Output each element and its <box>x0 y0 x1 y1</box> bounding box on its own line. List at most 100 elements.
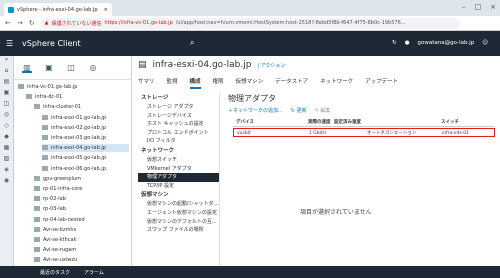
browser-tab[interactable]: vSphere - infra-esxi-04.go-lab.jp × <box>4 3 112 16</box>
vms-templates-tab-icon[interactable]: ▣ <box>44 63 54 73</box>
tasks-icon[interactable]: ▦ <box>0 144 13 155</box>
host-header: ▤ infra-esxi-04.go-lab.jp | アクション <box>138 60 285 70</box>
network-tab-icon[interactable]: ◎ <box>88 63 98 73</box>
tree-item-label: infra-esxi-01.go-lab.jp <box>51 114 106 121</box>
tree-item[interactable]: infra-esxi-03.go-lab.jp <box>42 134 106 142</box>
plugins-icon[interactable]: ◉ <box>0 177 13 188</box>
section-item[interactable]: プロトコル エンドポイント <box>138 129 219 138</box>
expand-icon[interactable]: » <box>0 56 13 67</box>
config-sections: ストレージ ストレージ アダプタ ストレージデバイス ホスト キャッシュの設定 プロトコ… <box>138 93 220 266</box>
object-tab[interactable]: ネットワーク <box>320 77 353 89</box>
tree-item-label: infra-esxi-03.go-lab.jp <box>51 135 106 141</box>
tree-item[interactable]: infra-cluster-01 <box>34 103 81 111</box>
hosts-clusters-tab-icon[interactable]: ▥ <box>22 63 32 73</box>
url-field[interactable]: ▲ 保護されていない通信 https://infra-vc-01.go-lab.… <box>40 17 460 29</box>
user-name[interactable]: gowatana@go-lab.jp <box>418 40 475 46</box>
tree-node-icon <box>42 135 48 140</box>
user-icon[interactable]: ● <box>405 40 410 46</box>
admin-icon[interactable]: ◆ <box>0 133 13 144</box>
section-item[interactable]: TCP/IP 設定 <box>138 182 219 191</box>
section-header[interactable]: 仮想マシン <box>138 190 219 200</box>
section-item[interactable]: ストレージ アダプタ <box>138 103 219 112</box>
url-path: /ui/app/host;nav=h/urn:vmomi:HostSystem:… <box>175 20 406 26</box>
menu-icon[interactable]: ☰ <box>6 39 20 48</box>
adapters-table: デバイス 実際の速度 設定済み速度 スイッチ vusb0 1 Gbit/s オー… <box>233 119 495 137</box>
add-network-button[interactable]: ＋ネットワークの追加... <box>228 107 283 114</box>
tree-item[interactable]: infra-vc-01.go-lab.jp <box>18 83 77 91</box>
object-tab[interactable]: データストア <box>275 77 308 89</box>
recent-tasks-tab[interactable]: 最近のタスク <box>40 269 70 276</box>
object-tab[interactable]: 監視 <box>167 77 178 89</box>
back-icon[interactable]: ← <box>5 19 11 27</box>
object-tab[interactable]: サマリ <box>138 77 155 89</box>
tree-item[interactable]: infra-dc-01 <box>26 93 62 101</box>
section-item[interactable]: エージェント仮想マシンの設定 <box>138 209 219 218</box>
tree-item[interactable]: infra-esxi-01.go-lab.jp <box>42 114 106 122</box>
close-window-icon[interactable]: × <box>490 3 496 11</box>
section-item[interactable]: 仮想マシンのデフォルトの互... <box>138 218 219 227</box>
tree-node-icon <box>42 145 48 151</box>
section-item[interactable]: スワップ ファイルの場所 <box>138 226 219 235</box>
section-item[interactable]: 物理アダプタ <box>138 173 219 182</box>
tree-item[interactable]: infra-esxi-04.go-lab.jp <box>42 144 129 153</box>
storage-tab-icon[interactable]: ◫ <box>66 63 76 73</box>
refresh-button[interactable]: ↻ 更新 <box>291 107 307 114</box>
tree-node-icon <box>26 94 32 100</box>
tree-item[interactable]: rp-04-lab-nested <box>34 216 85 224</box>
tree-item[interactable]: infra-esxi-02.go-lab.jp <box>42 124 106 132</box>
host-title: infra-esxi-04.go-lab.jp <box>152 60 252 70</box>
alarms-tab[interactable]: アラーム <box>84 269 104 276</box>
tree-item[interactable]: gpv-greenplum <box>34 175 81 183</box>
tree-item[interactable]: rp-01-infra-core <box>34 185 82 193</box>
tree-item[interactable]: infra-esxi-05.go-lab.jp <box>42 154 106 162</box>
object-tab[interactable]: 権限 <box>213 77 224 89</box>
physical-adapters-panel: 物理アダプタ ＋ネットワークの追加... ↻ 更新 ✎ 編集 <box>228 93 498 114</box>
section-item[interactable]: 仮想マシンの起動/シャットダ... <box>138 200 219 209</box>
close-icon[interactable]: × <box>103 7 108 13</box>
app-header: ☰ vSphere Client ⌕ ↻ ● gowatana@go-lab.jp ☺ <box>0 31 500 56</box>
help-icon[interactable]: ☺ <box>482 40 488 46</box>
vm-icon[interactable]: ▣ <box>0 89 13 100</box>
tags-icon[interactable]: ◈ <box>0 166 13 177</box>
tree-node-icon <box>42 155 48 161</box>
left-rail: » ⌂ ▤ ▣ ◫ ◎ ◇ ◆ ▦ ▧ ◈ ◉ <box>0 56 14 266</box>
tree-item-label: infra-vc-01.go-lab.jp <box>27 84 78 90</box>
tree-item-label: infra-dc-01 <box>35 94 63 101</box>
policy-icon[interactable]: ◇ <box>0 122 13 133</box>
object-tab[interactable]: アップデート <box>365 77 398 89</box>
object-tab[interactable]: 仮想マシン <box>236 77 264 89</box>
tree-node-icon <box>42 114 48 120</box>
tree-item[interactable]: infra-esxi-06.go-lab.jp <box>42 165 106 173</box>
tree-item[interactable]: Avi-se-kthcak <box>34 236 77 244</box>
tree-item[interactable]: rp-03-lab <box>34 205 66 213</box>
section-item[interactable]: I/O フィルタ <box>138 137 219 146</box>
tree-item[interactable]: rp-02-lab <box>34 195 66 203</box>
tree-item[interactable]: Avi-se-uxiwzu <box>34 256 77 264</box>
section-item[interactable]: ホスト キャッシュの設定 <box>138 120 219 129</box>
section-item[interactable]: 仮想スイッチ <box>138 156 219 165</box>
search-icon[interactable]: ⌕ <box>190 38 194 48</box>
actions-menu[interactable]: | アクション <box>257 62 285 69</box>
edit-button[interactable]: ✎ 編集 <box>315 107 331 114</box>
tree-item[interactable]: Avi-se-rugam <box>34 246 76 254</box>
network-icon[interactable]: ◎ <box>0 111 13 122</box>
refresh-icon[interactable]: ↻ <box>392 40 397 46</box>
tree-item[interactable]: Avi-se-bzmhs <box>34 226 76 234</box>
section-item[interactable]: VMkernel アダプタ <box>138 165 219 174</box>
switch-cell: infra-vds-01 <box>442 131 470 136</box>
configured-speed-cell: オートネゴシエーション <box>367 131 417 136</box>
object-tab[interactable]: 構成 <box>189 77 201 89</box>
storage-icon[interactable]: ◫ <box>0 100 13 111</box>
section-header[interactable]: ネットワーク <box>138 146 219 156</box>
forward-icon[interactable]: → <box>17 19 23 27</box>
minimize-icon[interactable]: – <box>462 3 466 11</box>
hosts-icon[interactable]: ▤ <box>0 78 13 89</box>
tree-item-label: gpv-greenplum <box>43 175 82 182</box>
events-icon[interactable]: ▧ <box>0 155 13 166</box>
reload-icon[interactable]: ↻ <box>29 19 35 27</box>
section-item[interactable]: ストレージデバイス <box>138 112 219 121</box>
table-row[interactable]: vusb0 1 Gbit/s オートネゴシエーション infra-vds-01 <box>233 128 495 137</box>
home-icon[interactable]: ⌂ <box>0 67 13 78</box>
section-header[interactable]: ストレージ <box>138 93 219 103</box>
maximize-icon[interactable]: □ <box>475 3 482 11</box>
